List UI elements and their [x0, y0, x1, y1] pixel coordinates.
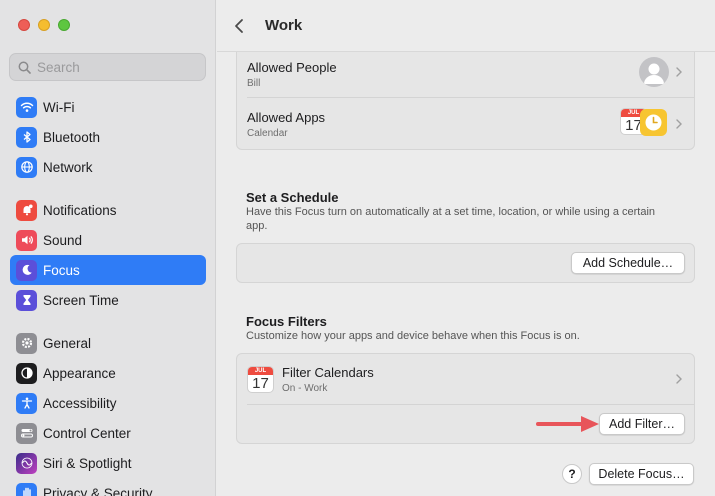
- sidebar-item-sound[interactable]: Sound: [10, 225, 206, 255]
- add-schedule-button[interactable]: Add Schedule…: [571, 252, 685, 274]
- search-field[interactable]: [9, 53, 206, 81]
- sidebar-item-label: Notifications: [43, 202, 117, 218]
- filters-section-title: Focus Filters: [246, 314, 327, 329]
- bell-icon: [16, 199, 37, 221]
- allowed-people-subtitle: Bill: [247, 77, 261, 89]
- toolbar: Work: [217, 0, 715, 52]
- chevron-left-icon: [235, 18, 243, 33]
- sidebar-item-label: Wi-Fi: [43, 99, 75, 115]
- hand-icon: [16, 482, 37, 496]
- clock-app-icon: [640, 109, 667, 136]
- bluetooth-icon: [16, 126, 37, 148]
- wifi-icon: [16, 96, 37, 118]
- accessibility-icon: [16, 392, 37, 414]
- search-icon: [18, 61, 31, 74]
- back-button[interactable]: [234, 16, 248, 36]
- zoom-window-button[interactable]: [58, 19, 70, 31]
- sidebar-item-label: Bluetooth: [43, 129, 101, 145]
- chevron-right-icon: [676, 119, 682, 129]
- sidebar-item-label: Screen Time: [43, 292, 119, 308]
- sidebar-item-wifi[interactable]: Wi-Fi: [10, 92, 206, 122]
- sidebar-group-system: General Appearance Accessibility Control…: [10, 328, 206, 496]
- filter-calendars-row[interactable]: JUL 17 Filter Calendars On - Work: [237, 354, 694, 404]
- sidebar-item-label: Privacy & Security: [43, 485, 153, 496]
- avatar: [639, 57, 669, 87]
- schedule-card: Add Schedule…: [236, 243, 695, 283]
- sidebar-item-label: Siri & Spotlight: [43, 455, 132, 471]
- filter-calendars-title: Filter Calendars: [282, 364, 374, 380]
- sidebar-item-bluetooth[interactable]: Bluetooth: [10, 122, 206, 152]
- hourglass-icon: [16, 289, 37, 311]
- allowed-apps-title: Allowed Apps: [247, 109, 326, 125]
- gear-icon: [16, 332, 37, 354]
- schedule-section-title: Set a Schedule: [246, 190, 339, 205]
- appearance-icon: [16, 362, 37, 384]
- window-controls: [18, 19, 70, 31]
- siri-icon: [16, 452, 37, 474]
- chevron-right-icon: [676, 374, 682, 384]
- moon-icon: [16, 259, 37, 281]
- control-center-icon: [16, 422, 37, 444]
- clock-icon: [645, 114, 662, 131]
- sidebar-item-label: General: [43, 335, 92, 351]
- filter-calendars-subtitle: On - Work: [282, 382, 328, 394]
- sidebar: Wi-Fi Bluetooth Network Notifications: [0, 0, 216, 496]
- annotation-arrow: [536, 416, 599, 432]
- sidebar-item-screen-time[interactable]: Screen Time: [10, 285, 206, 315]
- allowed-app-icons: JUL 17: [620, 108, 668, 138]
- sidebar-item-network[interactable]: Network: [10, 152, 206, 182]
- minimize-window-button[interactable]: [38, 19, 50, 31]
- main-pane: Work Allowed People Bill Allowed Apps Ca…: [217, 0, 715, 496]
- sidebar-item-siri-spotlight[interactable]: Siri & Spotlight: [10, 448, 206, 478]
- allowed-card: Allowed People Bill Allowed Apps Calenda…: [236, 38, 695, 150]
- sidebar-item-accessibility[interactable]: Accessibility: [10, 388, 206, 418]
- allowed-apps-subtitle: Calendar: [247, 127, 288, 139]
- sidebar-item-label: Accessibility: [43, 395, 117, 411]
- sidebar-item-label: Sound: [43, 232, 83, 248]
- filters-section-description: Customize how your apps and device behav…: [246, 330, 580, 342]
- sidebar-item-label: Appearance: [43, 365, 116, 381]
- calendar-month: JUL: [248, 366, 273, 375]
- add-filter-button[interactable]: Add Filter…: [599, 413, 685, 435]
- sidebar-item-label: Control Center: [43, 425, 131, 441]
- sidebar-item-appearance[interactable]: Appearance: [10, 358, 206, 388]
- speaker-icon: [16, 229, 37, 251]
- sidebar-item-label: Focus: [43, 262, 80, 278]
- sidebar-item-control-center[interactable]: Control Center: [10, 418, 206, 448]
- divider: [247, 404, 694, 405]
- sidebar-item-general[interactable]: General: [10, 328, 206, 358]
- page-title: Work: [265, 17, 303, 34]
- globe-icon: [16, 156, 37, 178]
- person-icon: [644, 63, 664, 84]
- calendar-day: 17: [252, 374, 269, 392]
- sidebar-item-label: Network: [43, 159, 93, 175]
- sidebar-group-attention: Notifications Sound Focus Screen Time: [10, 195, 206, 315]
- sidebar-item-focus[interactable]: Focus: [10, 255, 206, 285]
- sidebar-item-privacy-security[interactable]: Privacy & Security: [10, 478, 206, 496]
- filters-card: JUL 17 Filter Calendars On - Work Add Fi…: [236, 353, 695, 444]
- allowed-apps-row[interactable]: Allowed Apps Calendar JUL 17: [237, 98, 694, 150]
- search-input[interactable]: [37, 59, 197, 75]
- calendar-app-icon: JUL 17: [247, 365, 274, 393]
- sidebar-item-notifications[interactable]: Notifications: [10, 195, 206, 225]
- chevron-right-icon: [676, 67, 682, 77]
- schedule-section-description: Have this Focus turn on automatically at…: [246, 206, 656, 232]
- close-window-button[interactable]: [18, 19, 30, 31]
- help-button[interactable]: ?: [562, 464, 582, 484]
- allowed-people-title: Allowed People: [247, 59, 337, 75]
- sidebar-group-network: Wi-Fi Bluetooth Network: [10, 92, 206, 182]
- delete-focus-button[interactable]: Delete Focus…: [589, 463, 694, 485]
